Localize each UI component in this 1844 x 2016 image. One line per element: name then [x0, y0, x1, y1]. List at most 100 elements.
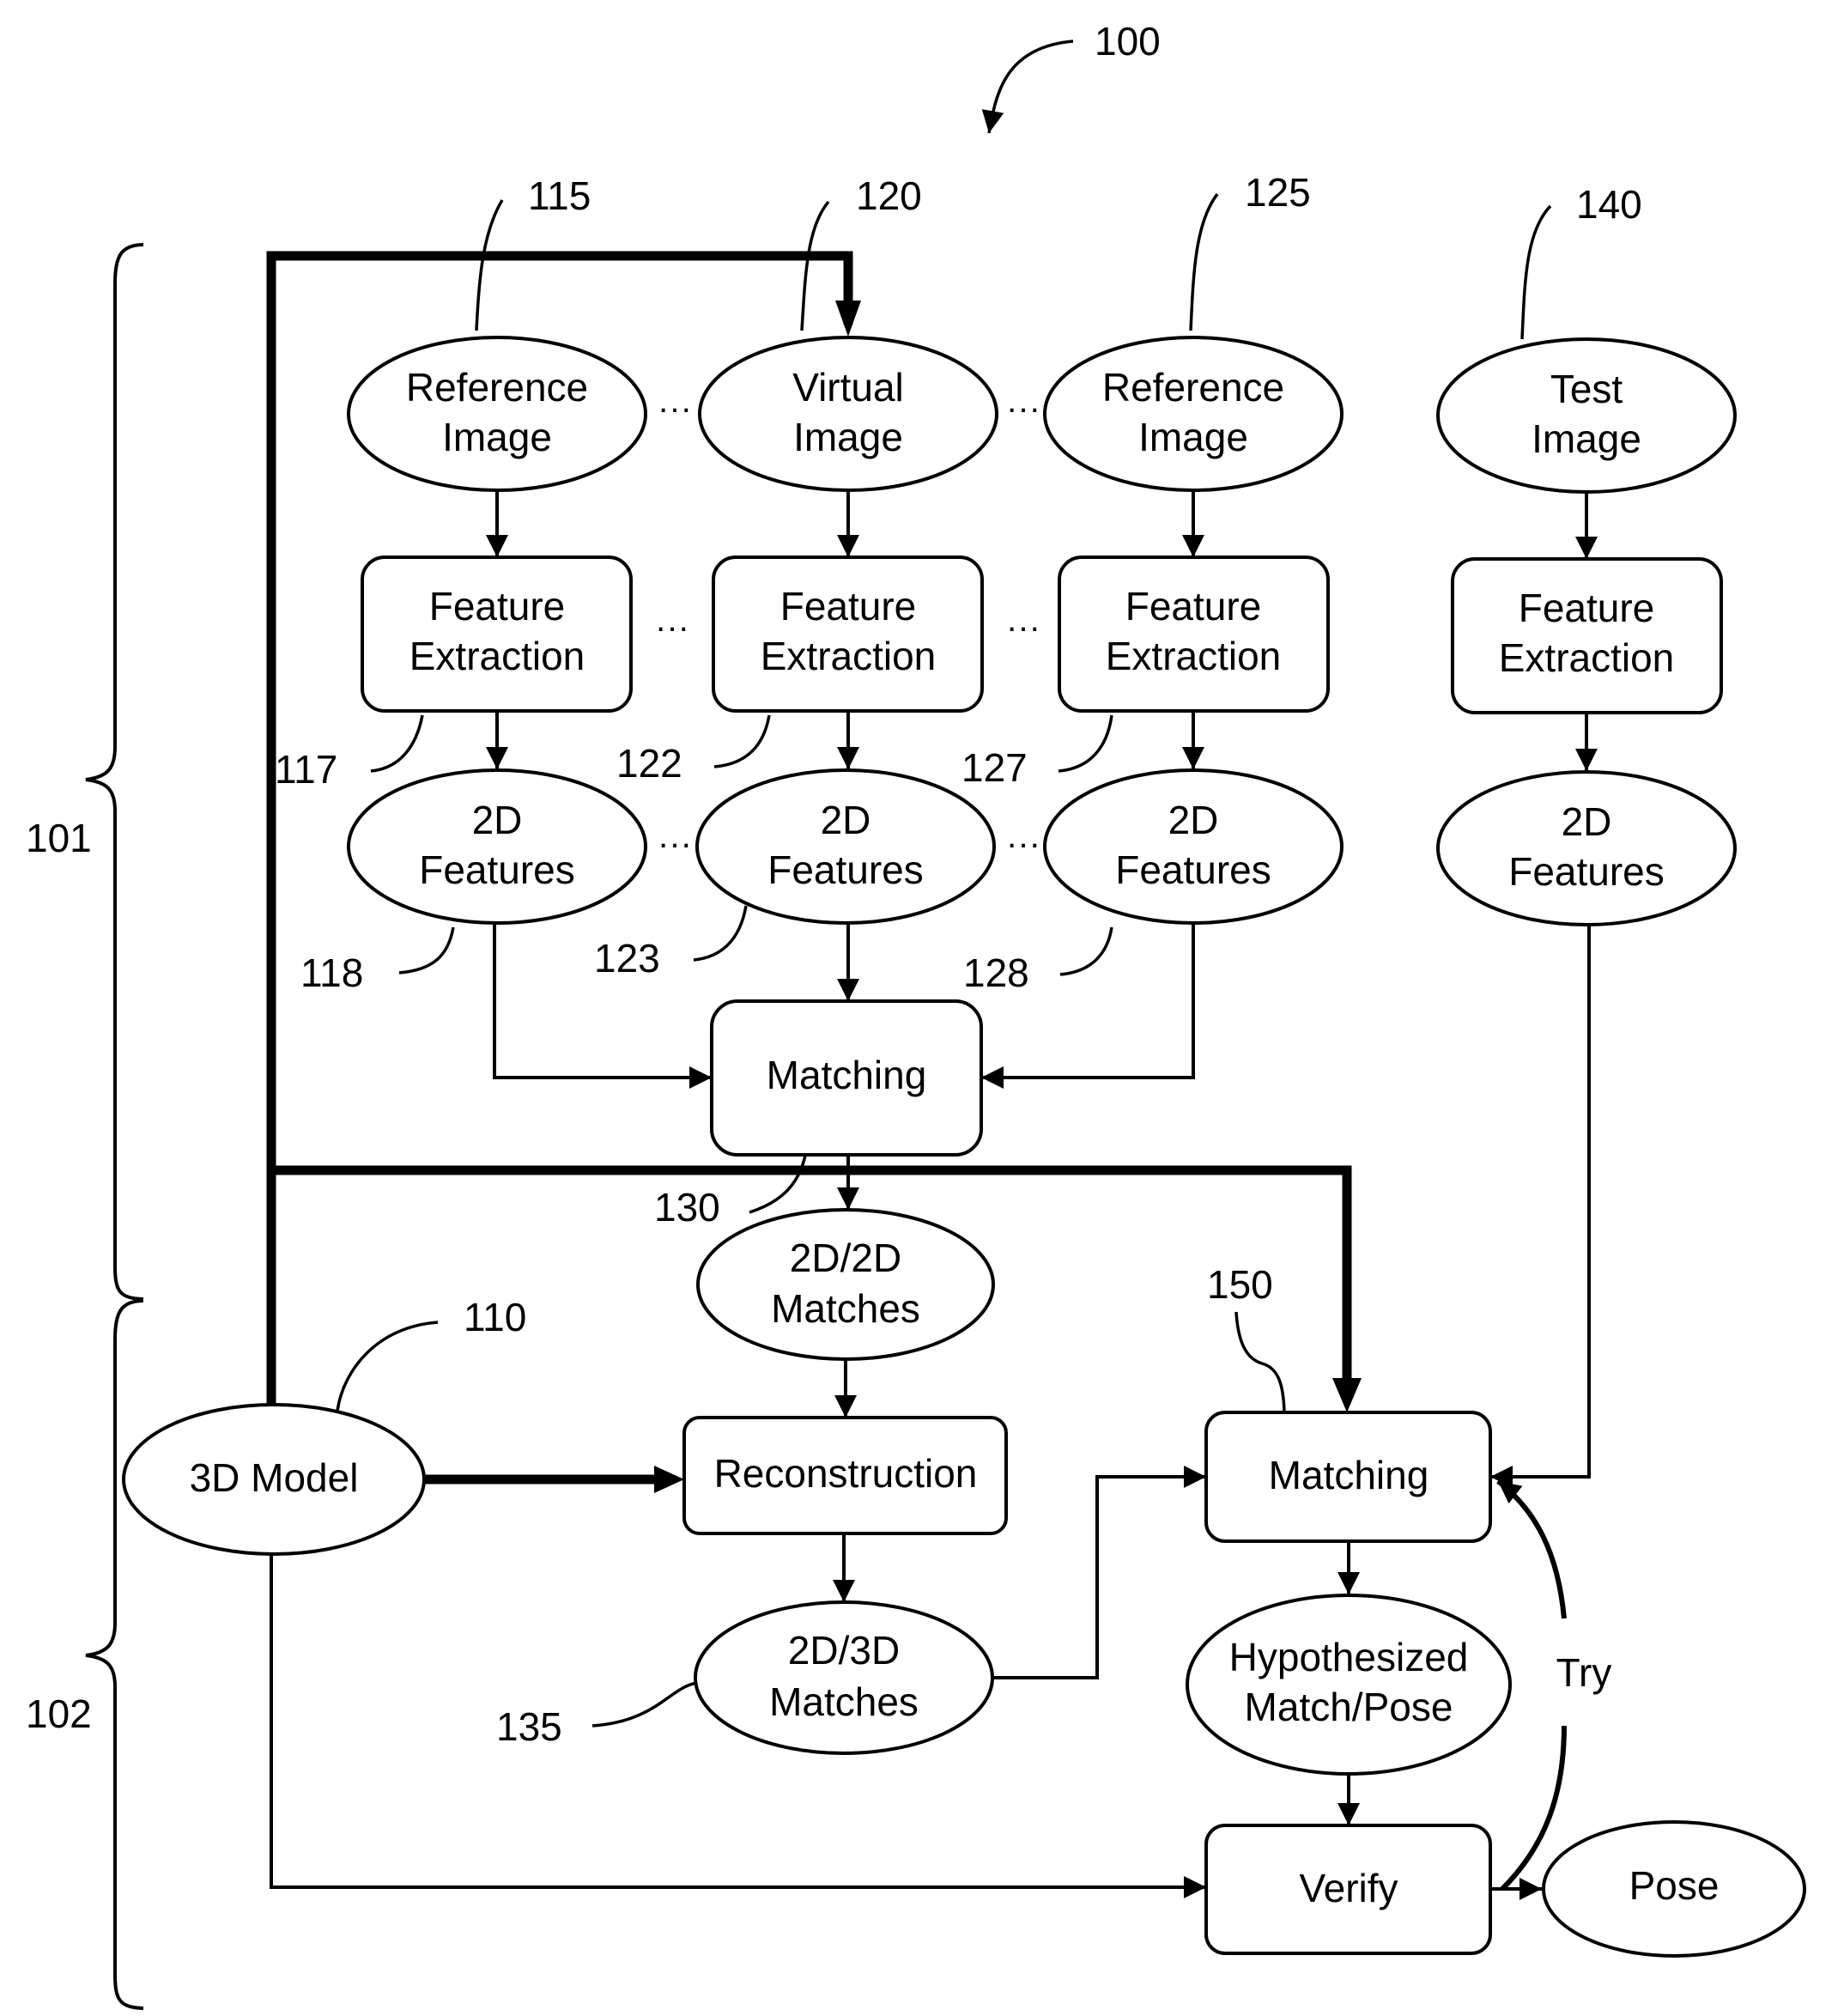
node-feature-extraction-test[interactable]: Feature Extraction	[1451, 557, 1723, 714]
node-matching-130[interactable]: Matching	[710, 999, 983, 1157]
node-label: Test	[1550, 367, 1623, 411]
node-feature-extraction-127[interactable]: Feature Extraction	[1058, 556, 1330, 713]
node-label: Feature	[1125, 584, 1262, 628]
node-label: Extraction	[1499, 635, 1675, 680]
ref-label-115: 115	[528, 173, 591, 218]
arrowhead-icon	[835, 301, 861, 337]
node-label: Extraction	[409, 634, 585, 678]
ref-label-110: 110	[464, 1295, 526, 1339]
node-verify[interactable]: Verify	[1204, 1824, 1492, 1955]
node-label: Reference	[406, 365, 588, 410]
node-reference-image-115[interactable]: Reference Image	[347, 336, 647, 492]
leader-117	[370, 714, 424, 773]
leader-123	[693, 905, 748, 962]
node-2d-features-118[interactable]: 2D Features	[347, 768, 647, 925]
node-label: Match/Pose	[1245, 1685, 1453, 1729]
leader-135	[591, 1681, 698, 1728]
node-label: Pose	[1629, 1863, 1720, 1908]
node-2d-features-128[interactable]: 2D Features	[1043, 768, 1344, 925]
node-label: 2D	[821, 798, 871, 842]
node-label: 2D/3D	[788, 1628, 900, 1673]
node-label: 2D/2D	[790, 1236, 901, 1280]
leader-120	[800, 200, 830, 331]
node-reconstruction[interactable]: Reconstruction	[682, 1416, 1008, 1535]
leader-122	[713, 714, 771, 768]
ref-label-117: 117	[275, 747, 337, 792]
node-label: Image	[442, 415, 552, 459]
leader-118	[398, 926, 455, 975]
node-label: Verify	[1299, 1866, 1398, 1910]
node-virtual-image-120[interactable]: Virtual Image	[698, 336, 998, 492]
brace-101-icon	[85, 243, 144, 1301]
group-label-101: 101	[26, 816, 92, 860]
node-label: Image	[1532, 416, 1641, 461]
ref-label-118: 118	[300, 950, 363, 995]
node-label: 2D	[1562, 799, 1612, 844]
node-label: Feature	[429, 584, 566, 628]
leader-110	[336, 1321, 439, 1412]
brace-102-icon	[85, 1299, 144, 2010]
node-label: Matching	[1269, 1453, 1429, 1497]
node-3d-model-110[interactable]: 3D Model	[122, 1403, 426, 1556]
node-label: Extraction	[1106, 634, 1282, 678]
node-2d2d-matches[interactable]: 2D/2D Matches	[696, 1208, 995, 1361]
leader-125	[1189, 192, 1219, 331]
node-label: Virtual	[792, 365, 904, 410]
group-brace-102: 102	[26, 1299, 144, 2010]
arrowhead-icon	[654, 1466, 684, 1493]
node-label: Image	[793, 415, 903, 459]
node-label: Feature	[780, 584, 917, 628]
node-label: Features	[1508, 849, 1665, 894]
node-feature-extraction-122[interactable]: Feature Extraction	[712, 556, 984, 713]
ref-label-125: 125	[1245, 170, 1311, 215]
ellipsis-icon: ···	[1006, 609, 1040, 647]
node-label: Reconstruction	[714, 1451, 978, 1496]
node-label: 2D	[1168, 798, 1219, 842]
figure-reference-label: 100	[1095, 19, 1161, 64]
edge-features3-to-matching	[981, 924, 1195, 1089]
ref-label-128: 128	[963, 950, 1029, 995]
ellipsis-icon: ···	[658, 825, 692, 863]
node-label: Matches	[771, 1286, 920, 1331]
node-label: Features	[767, 847, 924, 892]
node-label: Matches	[769, 1679, 919, 1724]
node-label: Feature	[1519, 586, 1655, 630]
node-label: Reference	[1102, 365, 1284, 410]
node-reference-image-125[interactable]: Reference Image	[1043, 336, 1344, 492]
ref-label-127: 127	[961, 745, 1028, 790]
ref-label-122: 122	[616, 741, 682, 786]
ellipsis-icon: ···	[1006, 390, 1040, 428]
ref-label-120: 120	[856, 173, 922, 218]
leader-115	[475, 199, 504, 331]
edge-label-try: Try	[1556, 1650, 1612, 1695]
node-label: 2D	[472, 798, 523, 842]
leader-130	[749, 1155, 807, 1214]
leader-128	[1059, 926, 1113, 976]
figure-reference-arrow	[981, 39, 1074, 134]
ellipsis-icon: ···	[655, 609, 689, 647]
ref-label-130: 130	[654, 1185, 720, 1230]
ref-label-140: 140	[1576, 182, 1642, 227]
node-2d3d-matches-135[interactable]: 2D/3D Matches	[694, 1600, 994, 1755]
ellipsis-icon: ···	[658, 390, 692, 428]
ellipsis-icon: ···	[1006, 825, 1040, 863]
group-label-102: 102	[26, 1691, 92, 1736]
node-2d-features-test[interactable]: 2D Features	[1436, 770, 1737, 926]
arrowhead-icon	[1332, 1378, 1362, 1412]
node-feature-extraction-117[interactable]: Feature Extraction	[361, 556, 633, 713]
edge-test-features-to-matching-150	[1490, 924, 1591, 1488]
node-label: Matching	[767, 1053, 927, 1097]
node-test-image-140[interactable]: Test Image	[1436, 337, 1737, 494]
node-matching-150[interactable]: Matching	[1204, 1411, 1492, 1543]
node-hypothesized-match-pose[interactable]: Hypothesized Match/Pose	[1186, 1594, 1512, 1776]
node-2d-features-123[interactable]: 2D Features	[695, 768, 996, 925]
node-label: Features	[1115, 847, 1271, 892]
node-label: Extraction	[761, 634, 937, 678]
ref-label-123: 123	[594, 936, 660, 981]
node-pose[interactable]: Pose	[1542, 1820, 1806, 1958]
group-brace-101: 101	[26, 243, 144, 1301]
ref-label-150: 150	[1207, 1262, 1273, 1307]
leader-127	[1058, 714, 1113, 773]
node-label: Image	[1138, 415, 1248, 459]
patent-figure: 100 101 102 Try ··· ··· ··· ··· ··· ··· …	[0, 0, 1844, 2016]
